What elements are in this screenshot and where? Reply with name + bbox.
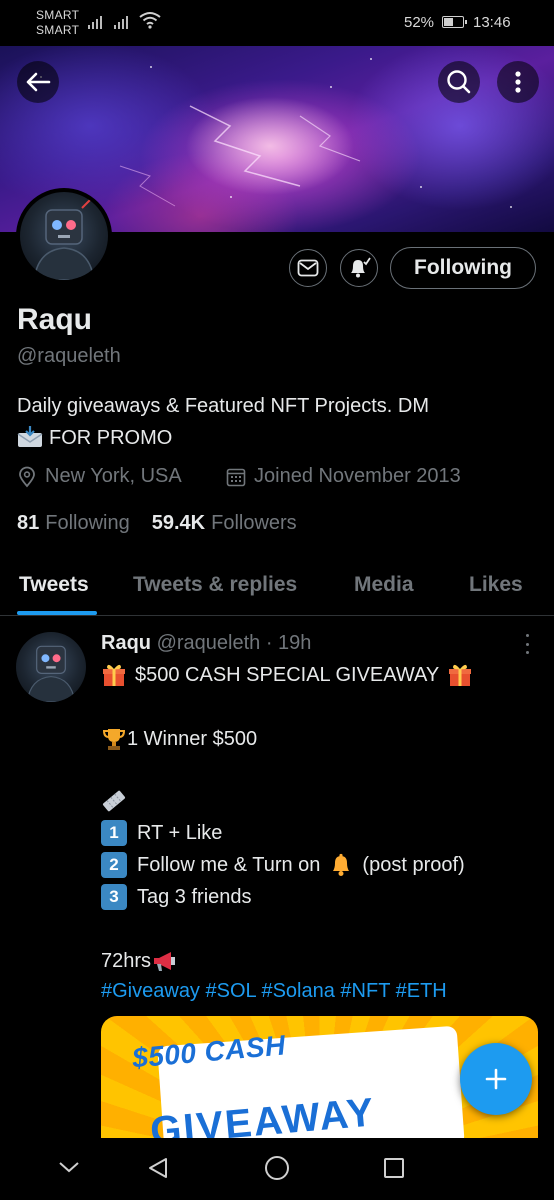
tweet-ticket-emoji xyxy=(101,788,127,814)
bell-icon xyxy=(333,853,350,876)
location-text: New York, USA xyxy=(45,465,182,487)
followers-stat[interactable]: 59.4K Followers xyxy=(152,512,297,535)
search-icon xyxy=(447,70,471,94)
more-vertical-icon xyxy=(515,71,521,93)
tweet-line-1: $500 CASH SPECIAL GIVEAWAY xyxy=(101,662,473,688)
profile-bio: Daily giveaways & Featured NFT Projects.… xyxy=(17,390,537,454)
carrier-1: SMART xyxy=(36,8,80,22)
profile-stats: 81 Following 59.4K Followers xyxy=(17,512,297,535)
robot-avatar-icon xyxy=(26,645,76,702)
nav-back-icon[interactable] xyxy=(146,1156,170,1180)
active-tab-indicator xyxy=(17,611,97,615)
profile-tabs: Tweets Tweets & replies Media Likes xyxy=(0,560,554,616)
carrier-label: SMART SMART xyxy=(36,8,79,38)
tweet-hashtags[interactable]: #Giveaway #SOL #Solana #NFT #ETH xyxy=(101,980,447,1003)
megaphone-icon xyxy=(154,952,176,971)
profile-name: Raqu xyxy=(17,303,92,336)
tweet-header: Raqu @raqueleth · 19h xyxy=(101,632,311,655)
tweet-step-3: 3 Tag 3 friends xyxy=(101,884,252,910)
nav-home-icon[interactable] xyxy=(264,1155,290,1181)
robot-avatar-icon xyxy=(33,199,95,280)
tweet-handle: @raqueleth xyxy=(156,632,261,654)
search-button[interactable] xyxy=(438,61,480,103)
tab-tweets-replies[interactable]: Tweets & replies xyxy=(133,573,297,597)
location-pin-icon xyxy=(19,466,35,487)
wifi-icon xyxy=(139,12,161,29)
profile-avatar[interactable] xyxy=(16,188,112,284)
tweet-more-icon[interactable] xyxy=(522,634,532,654)
bio-line-2: FOR PROMO xyxy=(17,422,537,454)
keycap-3-icon: 3 xyxy=(101,884,127,910)
chevron-down-icon[interactable] xyxy=(58,1160,80,1174)
keycap-2-icon: 2 xyxy=(101,852,127,878)
tweet-line-2: 1 Winner $500 xyxy=(101,726,257,752)
keycap-1-icon: 1 xyxy=(101,820,127,846)
ticket-icon xyxy=(102,790,126,812)
profile-handle: @raqueleth xyxy=(17,345,121,367)
tweet-step-1: 1 RT + Like xyxy=(101,820,222,846)
notifications-button[interactable] xyxy=(340,249,378,287)
profile-joined: Joined November 2013 xyxy=(226,465,461,488)
envelope-arrow-emoji-icon xyxy=(17,426,43,447)
joined-text: Joined November 2013 xyxy=(254,465,461,487)
battery-icon xyxy=(442,16,467,28)
gift-icon xyxy=(449,664,472,686)
following-button[interactable]: Following xyxy=(390,247,536,289)
nav-recents-icon[interactable] xyxy=(383,1157,405,1179)
following-stat[interactable]: 81 Following xyxy=(17,512,130,535)
profile-location: New York, USA xyxy=(17,465,182,488)
tweet-step-2: 2 Follow me & Turn on (post proof) xyxy=(101,852,465,878)
tweet-duration: 72hrs xyxy=(101,948,177,974)
gift-icon xyxy=(103,664,125,686)
calendar-icon xyxy=(226,468,246,486)
message-button[interactable] xyxy=(289,249,327,287)
envelope-icon xyxy=(297,259,319,277)
status-bar: SMART SMART 52% 13:46 xyxy=(0,0,554,46)
signal-icon xyxy=(88,13,102,29)
system-nav-bar xyxy=(0,1138,554,1200)
tweet-author[interactable]: Raqu xyxy=(101,632,151,654)
tweet-time: · 19h xyxy=(265,632,312,654)
compose-tweet-button[interactable] xyxy=(460,1043,532,1115)
clock: 13:46 xyxy=(473,14,511,31)
battery-percent: 52% xyxy=(404,14,435,31)
tab-tweets[interactable]: Tweets xyxy=(19,573,89,597)
bio-line-1: Daily giveaways & Featured NFT Projects.… xyxy=(17,395,429,417)
arrow-left-icon xyxy=(26,72,51,92)
bell-check-icon xyxy=(351,257,371,278)
tab-media[interactable]: Media xyxy=(354,573,414,597)
carrier-2: SMART xyxy=(36,23,80,37)
tweet-avatar[interactable] xyxy=(16,632,86,702)
back-button[interactable] xyxy=(17,61,59,103)
signal-icon-2 xyxy=(114,13,128,29)
trophy-icon xyxy=(102,729,126,750)
more-button[interactable] xyxy=(497,61,539,103)
tab-likes[interactable]: Likes xyxy=(469,573,523,597)
plus-icon xyxy=(485,1068,507,1090)
